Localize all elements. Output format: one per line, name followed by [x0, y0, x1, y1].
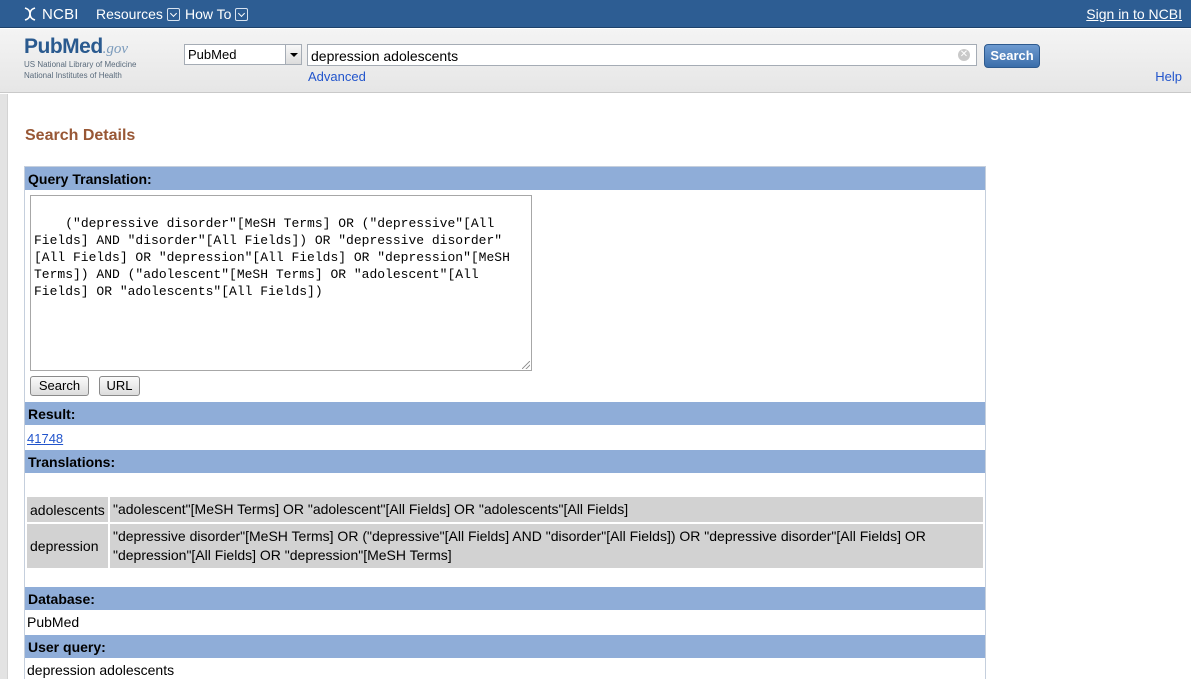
translation-term: adolescents	[27, 497, 110, 522]
database-heading: Database:	[25, 587, 985, 610]
advanced-search-link[interactable]: Advanced	[308, 69, 366, 84]
pubmed-logo[interactable]: PubMed.gov US National Library of Medici…	[24, 35, 164, 81]
logo-subtitle-1: US National Library of Medicine	[24, 60, 137, 69]
translation-term: depression	[27, 524, 110, 568]
query-url-button[interactable]: URL	[99, 376, 140, 396]
translations-heading: Translations:	[25, 450, 985, 473]
clear-icon[interactable]: ✕	[958, 49, 970, 61]
logo-gov: .gov	[102, 41, 129, 57]
left-gutter	[0, 94, 8, 679]
help-link[interactable]: Help	[1155, 69, 1182, 84]
sign-in-link[interactable]: Sign in to NCBI	[1086, 6, 1182, 22]
user-query-value: depression adolescents	[27, 662, 175, 678]
ncbi-top-bar: NCBI Resources How To Sign in to NCBI	[0, 0, 1191, 28]
user-query-heading: User query:	[25, 635, 985, 658]
resize-grip-icon[interactable]	[522, 361, 530, 369]
resources-label: Resources	[96, 6, 163, 22]
ncbi-helix-icon	[24, 7, 36, 21]
query-translation-heading: Query Translation:	[25, 167, 985, 190]
database-select-value: PubMed	[188, 47, 237, 62]
database-select[interactable]: PubMed	[184, 44, 302, 65]
pubmed-header: PubMed.gov US National Library of Medici…	[0, 29, 1191, 93]
chevron-down-icon	[166, 7, 180, 21]
query-search-button[interactable]: Search	[30, 376, 89, 396]
ncbi-logo[interactable]: NCBI	[22, 5, 79, 23]
page-title: Search Details	[25, 127, 136, 144]
database-value: PubMed	[27, 614, 80, 630]
logo-subtitle-2: National Institutes of Health	[24, 71, 122, 80]
search-button[interactable]: Search	[984, 44, 1040, 68]
table-row: depression "depressive disorder"[MeSH Te…	[27, 524, 983, 570]
howto-menu[interactable]: How To	[185, 6, 249, 22]
chevron-down-icon	[235, 7, 249, 21]
logo-word-pub: Pub	[24, 35, 63, 58]
dropdown-arrow-icon[interactable]	[285, 45, 301, 64]
ncbi-logo-text: NCBI	[42, 5, 79, 23]
result-heading: Result:	[25, 402, 985, 425]
table-row: adolescents "adolescent"[MeSH Terms] OR …	[27, 497, 983, 524]
search-input[interactable]: depression adolescents ✕	[307, 44, 977, 66]
howto-label: How To	[185, 6, 232, 22]
search-input-value: depression adolescents	[311, 48, 459, 64]
resources-menu[interactable]: Resources	[96, 6, 180, 22]
query-translation-text: ("depressive disorder"[MeSH Terms] OR ("…	[34, 216, 510, 299]
translation-definition: "adolescent"[MeSH Terms] OR "adolescent"…	[113, 501, 629, 517]
translations-table: adolescents "adolescent"[MeSH Terms] OR …	[27, 497, 983, 570]
translation-definition: "depressive disorder"[MeSH Terms] OR ("d…	[113, 528, 926, 563]
query-translation-textarea[interactable]: ("depressive disorder"[MeSH Terms] OR ("…	[30, 195, 532, 371]
result-count-link[interactable]: 41748	[27, 431, 63, 446]
logo-word-med: Med	[62, 35, 103, 58]
search-details-panel: Query Translation: ("depressive disorder…	[24, 166, 986, 679]
